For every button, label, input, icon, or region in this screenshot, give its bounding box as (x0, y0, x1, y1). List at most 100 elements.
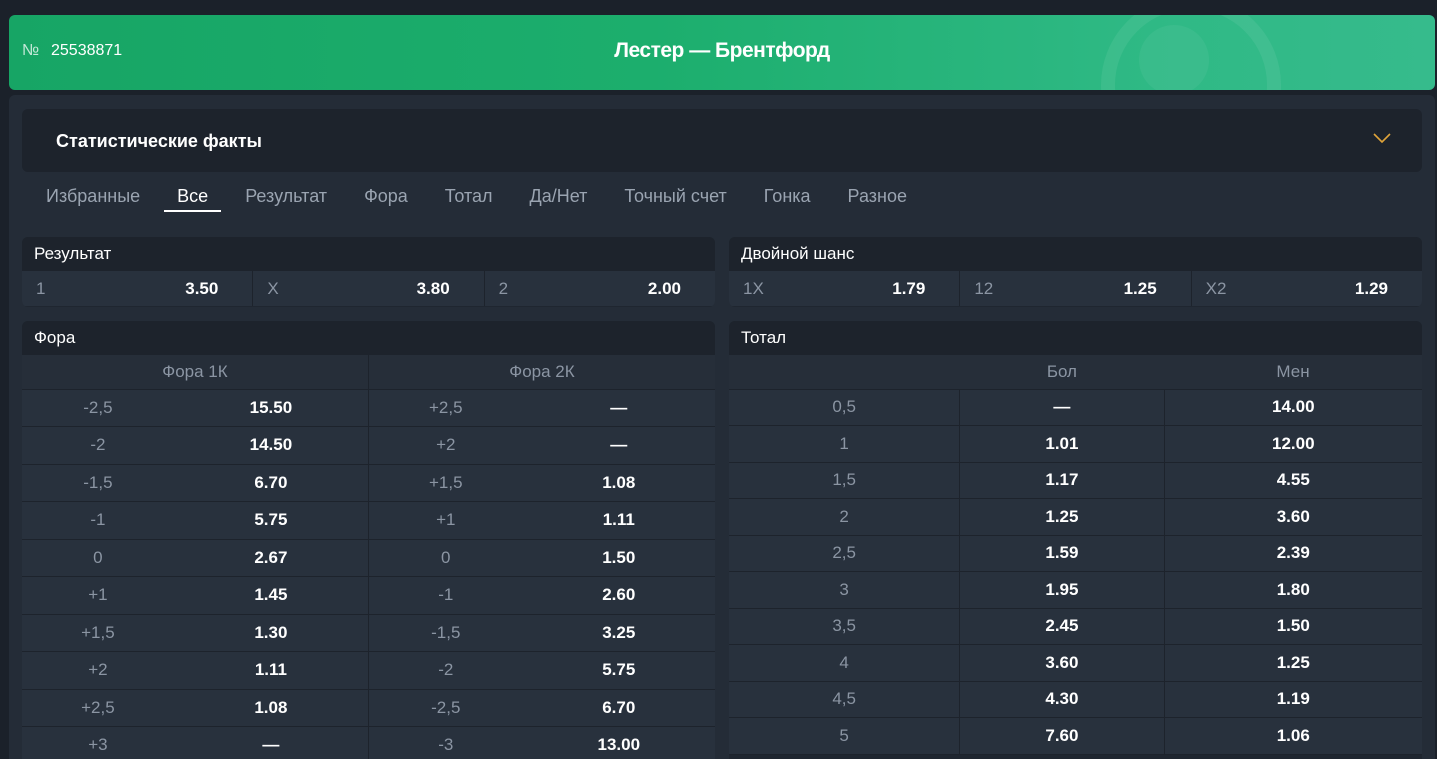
double-chance-title: Двойной шанс (729, 237, 1422, 271)
tab-item[interactable]: Все (164, 185, 222, 212)
stat-facts-accordion[interactable]: Статистические факты (22, 109, 1422, 172)
outcome-name: X2 (1205, 278, 1227, 298)
odds-value: 1.29 (1354, 278, 1388, 298)
odds-value[interactable]: 1.95 (959, 571, 1165, 609)
odds-cell[interactable]: 12 1.25 (960, 271, 1192, 306)
result-odds-row: 1 3.50 X 3.80 2 2.00 (22, 271, 715, 306)
outcome-name: X (267, 278, 279, 298)
handicap-line: 0 (22, 539, 174, 577)
odds-value[interactable]: 5.75 (522, 651, 715, 690)
odds-value[interactable]: 1.19 (1163, 681, 1422, 718)
total-line: 2,5 (729, 535, 960, 572)
double-chance-odds-row: 1X 1.79 12 1.25 X2 1.29 (729, 271, 1422, 306)
odds-value[interactable]: — (959, 389, 1165, 426)
odds-value[interactable]: 1.50 (1163, 608, 1422, 645)
odds-value[interactable]: — (522, 389, 715, 427)
odds-value[interactable]: 1.45 (173, 576, 369, 615)
odds-cell[interactable]: X 3.80 (253, 271, 485, 306)
total-title: Тотал (729, 321, 1422, 355)
table-row: 1,5 1.17 4.55 (729, 462, 1422, 499)
table-row: 4 3.60 1.25 (729, 644, 1422, 682)
total-line: 3 (729, 571, 960, 609)
odds-value[interactable]: 1.80 (1163, 571, 1422, 609)
table-row: 0,5—14.00 (729, 389, 1422, 426)
tab-item[interactable]: Результат (232, 185, 340, 212)
odds-value[interactable]: 1.50 (522, 539, 715, 577)
handicap-line: -3 (367, 726, 523, 759)
table-row: -2 14.50 +2— (22, 426, 715, 465)
table-row: +1 1.45 -1 2.60 (22, 576, 715, 615)
odds-value[interactable]: 1.06 (1163, 717, 1422, 755)
odds-value[interactable]: 5.75 (173, 501, 369, 540)
total-under-header: Мен (1164, 355, 1422, 390)
double-chance-panel: Двойной шанс 1X 1.79 12 1.25 X2 1.29 (729, 237, 1422, 307)
odds-value[interactable]: 3.60 (959, 644, 1165, 682)
odds-value[interactable]: 1.11 (522, 501, 715, 540)
total-line: 0,5 (729, 389, 960, 426)
event-header: № 25538871 Лестер — Брентфорд (9, 15, 1435, 90)
handicap-line: +1,5 (367, 464, 523, 502)
total-line: 4 (729, 644, 960, 682)
tab-item[interactable]: Разное (835, 185, 920, 212)
odds-value[interactable]: 4.55 (1163, 462, 1422, 499)
odds-value[interactable]: 3.60 (1163, 498, 1422, 536)
odds-value[interactable]: 12.00 (1163, 425, 1422, 463)
odds-value[interactable]: 14.50 (173, 426, 369, 465)
odds-value[interactable]: 1.30 (173, 614, 369, 652)
handicap-line: +1 (22, 576, 174, 615)
handicap-line: +1,5 (22, 614, 174, 652)
odds-value[interactable]: 1.59 (959, 535, 1165, 572)
tab-item[interactable]: Избранные (33, 185, 153, 212)
result-panel: Результат 1 3.50 X 3.80 2 2.00 (22, 237, 715, 307)
handicap-line: -2,5 (22, 389, 174, 427)
chevron-down-icon[interactable] (1372, 131, 1392, 145)
tab-item[interactable]: Точный счет (611, 185, 739, 212)
market-tabs: Избранные Все Результат Фора Тотал Да/Нет Точн… (33, 185, 931, 215)
odds-value[interactable]: 2.67 (173, 539, 369, 577)
handicap-line: -2,5 (367, 689, 523, 727)
odds-value[interactable]: 4.30 (959, 681, 1165, 718)
odds-cell[interactable]: 2 2.00 (484, 271, 715, 306)
tab-item[interactable]: Фора (351, 185, 421, 212)
odds-value: 2.00 (647, 278, 681, 298)
odds-value[interactable]: 6.70 (173, 464, 369, 502)
handicap-line: -2 (22, 426, 174, 465)
odds-cell[interactable]: X2 1.29 (1191, 271, 1422, 306)
table-row: +3— -3 13.00 (22, 726, 715, 759)
odds-cell[interactable]: 1X 1.79 (729, 271, 961, 306)
table-row: -1,5 6.70 +1,5 1.08 (22, 464, 715, 502)
table-row: 3,5 2.45 1.50 (729, 608, 1422, 645)
handicap-col2-header: Фора 2К (367, 355, 715, 390)
handicap-line: -1 (22, 501, 174, 540)
odds-value[interactable]: 1.25 (959, 498, 1165, 536)
odds-value[interactable]: 13.00 (522, 726, 715, 759)
odds-value[interactable]: 1.01 (959, 425, 1165, 463)
table-row: 4,5 4.30 1.19 (729, 681, 1422, 718)
odds-value[interactable]: 1.08 (522, 464, 715, 502)
odds-value[interactable]: 2.45 (959, 608, 1165, 645)
odds-value[interactable]: 2.60 (522, 576, 715, 615)
tab-item[interactable]: Гонка (751, 185, 824, 212)
odds-value[interactable]: 1.17 (959, 462, 1165, 499)
odds-value[interactable]: — (522, 426, 715, 465)
handicap-line: 0 (367, 539, 523, 577)
odds-cell[interactable]: 1 3.50 (22, 271, 254, 306)
table-row: -1 5.75 +1 1.11 (22, 501, 715, 540)
odds-value[interactable]: 1.08 (173, 689, 369, 727)
total-line: 3,5 (729, 608, 960, 645)
total-table: Бол Мен 0,5—14.00 1 1.01 12.00 1,5 1.17 4.55 2 1… (729, 355, 1422, 755)
handicap-line: +2 (22, 651, 174, 690)
odds-value[interactable]: 3.25 (522, 614, 715, 652)
tab-item[interactable]: Да/Нет (517, 185, 601, 212)
odds-value[interactable]: — (173, 726, 369, 759)
odds-value[interactable]: 7.60 (959, 717, 1165, 755)
odds-value[interactable]: 1.25 (1163, 644, 1422, 682)
odds-value[interactable]: 1.11 (173, 651, 369, 690)
odds-value[interactable]: 15.50 (173, 389, 369, 427)
tab-item[interactable]: Тотал (432, 185, 506, 212)
handicap-line: +2,5 (22, 689, 174, 727)
table-row: +2 1.11 -2 5.75 (22, 651, 715, 690)
odds-value[interactable]: 14.00 (1163, 389, 1422, 426)
odds-value[interactable]: 6.70 (522, 689, 715, 727)
odds-value[interactable]: 2.39 (1163, 535, 1422, 572)
